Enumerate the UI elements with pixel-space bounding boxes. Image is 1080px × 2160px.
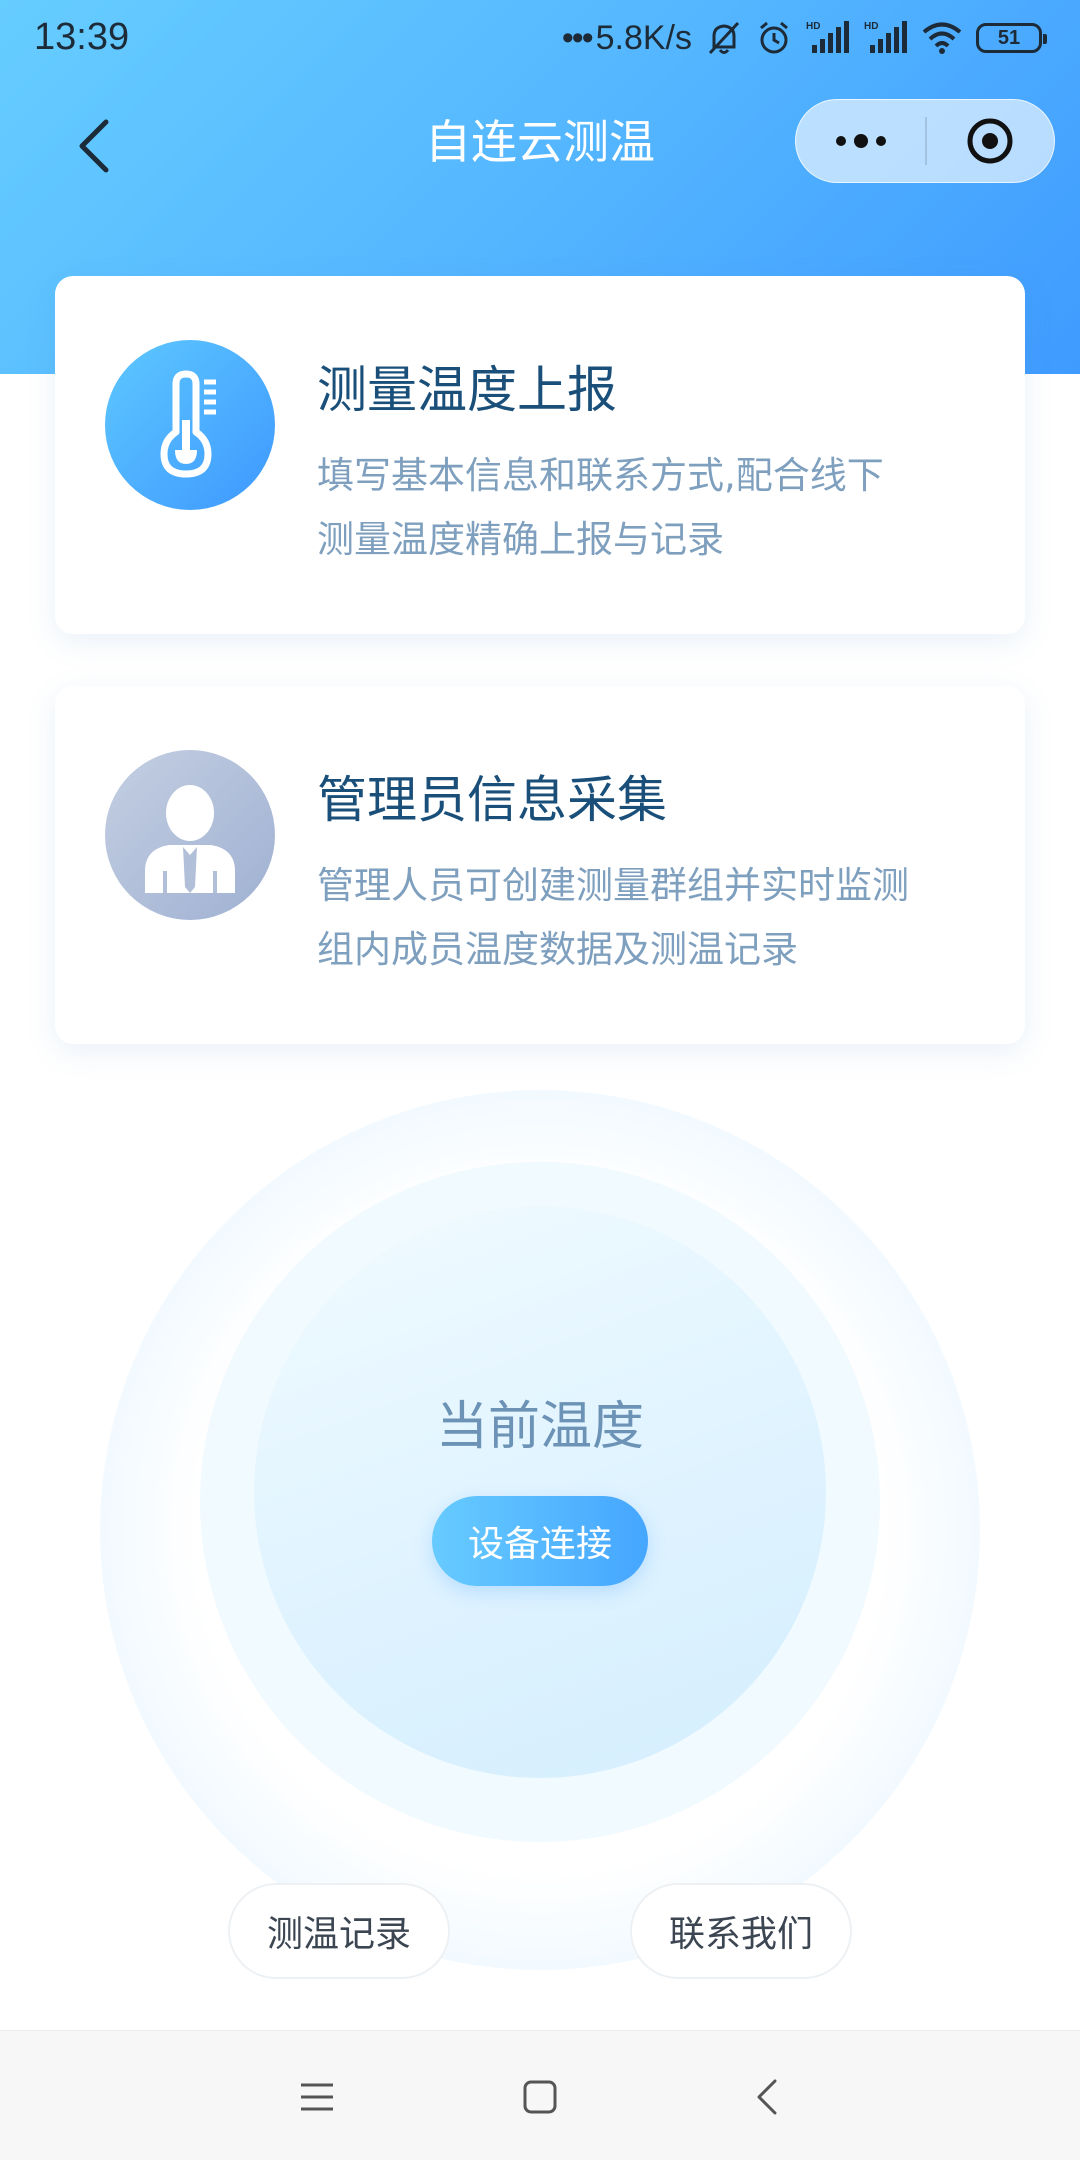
card-description: 填写基本信息和联系方式,配合线下 测量温度精确上报与记录 [317,444,997,572]
card-title: 测量温度上报 [317,361,617,419]
temperature-circle [254,1206,826,1778]
svg-text:HD: HD [864,21,878,32]
admin-info-card[interactable]: 管理员信息采集 管理人员可创建测量群组并实时监测 组内成员温度数据及测温记录 [55,686,1025,1044]
device-connect-button[interactable]: 设备连接 [432,1496,648,1586]
hd-signal-icon: HD [864,19,908,57]
system-back-button[interactable] [727,2057,807,2137]
card-title: 管理员信息采集 [317,771,667,829]
mini-program-capsule [795,99,1055,183]
card-description-line: 测量温度精确上报与记录 [317,518,724,561]
status-time: 13:39 [34,16,130,58]
system-nav-bar [0,2030,1080,2160]
svg-text:HD: HD [806,21,820,32]
chevron-left-icon [79,119,109,173]
square-home-icon [523,2080,557,2114]
card-description-line: 填写基本信息和联系方式,配合线下 [317,454,884,497]
app-screen: 13:39 ••• 5.8K/s HD HD 51 自连云测温 测量温度上报 填… [0,0,1080,2160]
back-button[interactable] [70,116,120,176]
card-description-line: 组内成员温度数据及测温记录 [317,928,798,971]
menu-lines-icon [301,2083,333,2111]
temperature-report-card[interactable]: 测量温度上报 填写基本信息和联系方式,配合线下 测量温度精确上报与记录 [55,276,1025,634]
card-description: 管理人员可创建测量群组并实时监测 组内成员温度数据及测温记录 [317,854,997,982]
more-dots-icon [835,134,886,148]
admin-user-icon [105,750,275,920]
system-home-button[interactable] [500,2057,580,2137]
network-speed: 5.8K/s [595,18,692,57]
mute-bell-icon [706,19,742,57]
contact-us-button[interactable]: 联系我们 [630,1883,852,1979]
net-dots: ••• [561,18,594,57]
alarm-clock-icon [756,19,792,57]
temperature-records-button[interactable]: 测温记录 [228,1883,450,1979]
system-menu-button[interactable] [277,2057,357,2137]
card-description-line: 管理人员可创建测量群组并实时监测 [317,864,909,907]
current-temperature-label: 当前温度 [435,1397,644,1457]
chevron-left-icon [757,2079,777,2115]
status-bar: 13:39 ••• 5.8K/s HD HD 51 [0,0,1080,76]
battery-icon: 51 [976,23,1047,53]
more-button[interactable] [796,99,925,183]
status-indicators: ••• 5.8K/s HD HD 51 [561,16,1047,60]
wifi-icon [922,21,962,55]
target-circle-icon [967,118,1013,164]
close-mini-program-button[interactable] [927,99,1054,183]
thermometer-icon [105,340,275,510]
hd-signal-icon: HD [806,19,850,57]
